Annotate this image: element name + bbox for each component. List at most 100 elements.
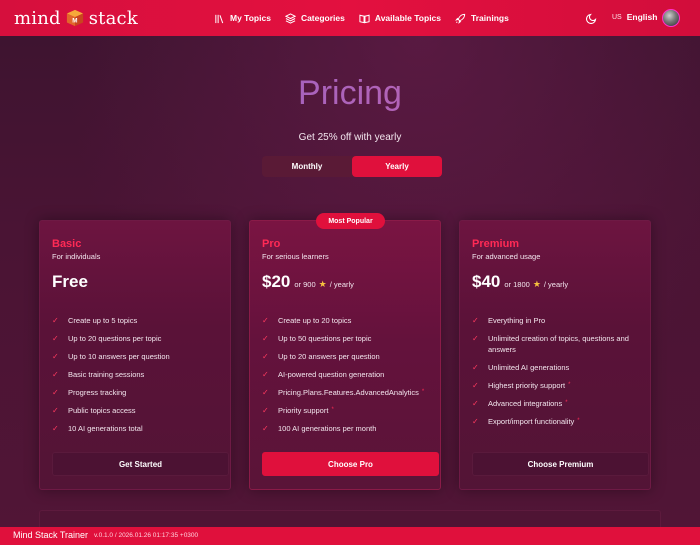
check-icon: ✓ <box>52 352 59 361</box>
check-icon: ✓ <box>52 424 59 433</box>
feature-item: ✓ Everything in Pro <box>472 315 644 326</box>
feature-item: ✓ Priority support * <box>262 405 434 416</box>
plan-name: Basic <box>52 238 82 250</box>
feature-list: ✓ Create up to 20 topics ✓ Up to 50 questi… <box>262 315 434 441</box>
feature-text: Up to 20 questions per topic <box>68 334 162 343</box>
asterisk-icon: * <box>568 382 571 388</box>
check-icon: ✓ <box>262 424 269 433</box>
check-icon: ✓ <box>52 316 59 325</box>
price-row: $20 or 900 ★ / yearly <box>262 272 354 292</box>
nav-my-topics[interactable]: My Topics <box>214 13 271 24</box>
feature-text: Create up to 5 topics <box>68 316 138 325</box>
language-selector[interactable]: US English <box>612 12 657 22</box>
monthly-toggle-button[interactable]: Monthly <box>262 156 352 177</box>
feature-item: ✓ Unlimited AI generations <box>472 362 644 373</box>
feature-item: ✓ Advanced integrations * <box>472 398 644 409</box>
feature-item: ✓ Up to 20 answers per question <box>262 351 434 362</box>
feature-item: ✓ Pricing.Plans.Features.AdvancedAnalytic… <box>262 387 434 398</box>
footer-app-name: Mind Stack Trainer <box>13 530 89 540</box>
price-extra: or 1800 ★ / yearly <box>504 279 568 290</box>
footer: Mind Stack Trainer v.0.1.0 / 2026.01.26 … <box>0 527 700 545</box>
plan-name: Pro <box>262 238 281 250</box>
user-avatar[interactable] <box>662 9 680 27</box>
library-icon <box>215 14 224 23</box>
brand-logo[interactable]: mind M stack <box>14 6 138 30</box>
feature-text: Priority support <box>278 406 329 415</box>
feature-item: ✓ AI-powered question generation <box>262 369 434 380</box>
get-started-button[interactable]: Get Started <box>52 452 229 476</box>
nav-available-topics[interactable]: Available Topics <box>359 13 441 24</box>
plan-price: Free <box>52 272 88 291</box>
feature-text: Basic training sessions <box>68 370 145 379</box>
feature-item: ✓ Create up to 20 topics <box>262 315 434 326</box>
plan-description: For serious learners <box>262 252 329 261</box>
feature-list: ✓ Everything in Pro ✓ Unlimited creation o… <box>472 315 644 434</box>
plan-name: Premium <box>472 238 520 250</box>
nav-trainings[interactable]: Trainings <box>455 13 509 24</box>
feature-item: ✓ Highest priority support * <box>472 380 644 391</box>
price-extra: or 900 ★ / yearly <box>294 279 354 290</box>
plan-price: $20 <box>262 272 291 291</box>
check-icon: ✓ <box>262 370 269 379</box>
check-icon: ✓ <box>262 316 269 325</box>
layers-icon <box>284 12 296 24</box>
nav-categories-label: Categories <box>300 13 345 23</box>
check-icon: ✓ <box>52 406 59 415</box>
next-section-card <box>39 510 661 527</box>
feature-text: Export/import functionality <box>488 417 575 426</box>
feature-text: 100 AI generations per month <box>278 424 377 433</box>
language-label: English <box>626 12 658 22</box>
feature-text: Public topics access <box>68 406 136 415</box>
nav-available-topics-label: Available Topics <box>374 13 442 23</box>
price-row: $40 or 1800 ★ / yearly <box>472 272 568 292</box>
feature-text: Up to 10 answers per question <box>68 352 170 361</box>
feature-text: Up to 20 answers per question <box>278 352 380 361</box>
asterisk-icon: * <box>421 389 425 395</box>
plan-description: For individuals <box>52 252 101 261</box>
footer-version: v.0.1.0 / 2026.01.26 01:17:35 +0300 <box>94 532 199 539</box>
check-icon: ✓ <box>472 381 479 390</box>
plan-card-pro: Pro For serious learners $20 or 900 ★ / … <box>249 220 441 490</box>
choose-premium-button[interactable]: Choose Premium <box>472 452 649 476</box>
svg-text:M: M <box>72 18 77 25</box>
feature-list: ✓ Create up to 5 topics ✓ Up to 20 questio… <box>52 315 224 441</box>
feature-text: Unlimited creation of topics, questions … <box>488 334 629 354</box>
feature-item: ✓ Basic training sessions <box>52 369 224 380</box>
asterisk-icon: * <box>331 407 334 413</box>
star-icon: ★ <box>318 279 327 289</box>
check-icon: ✓ <box>262 388 269 397</box>
check-icon: ✓ <box>472 399 479 408</box>
check-icon: ✓ <box>52 388 59 397</box>
check-icon: ✓ <box>472 316 479 325</box>
asterisk-icon: * <box>565 400 568 406</box>
book-open-icon <box>359 14 370 23</box>
feature-text: AI-powered question generation <box>278 370 385 379</box>
feature-item: ✓ Unlimited creation of topics, questions… <box>472 333 644 355</box>
moon-icon[interactable] <box>586 12 598 24</box>
nav-trainings-label: Trainings <box>471 13 509 23</box>
choose-pro-button[interactable]: Choose Pro <box>262 452 439 476</box>
feature-text: Unlimited AI generations <box>488 363 570 372</box>
billing-toggle: Monthly Yearly <box>262 156 442 177</box>
price-period: / yearly <box>543 280 569 289</box>
feature-item: ✓ Public topics access <box>52 405 224 416</box>
feature-item: ✓ 10 AI generations total <box>52 423 224 434</box>
feature-text: Create up to 20 topics <box>278 316 352 325</box>
yearly-toggle-button[interactable]: Yearly <box>352 156 442 177</box>
page-title: Pricing <box>0 74 700 113</box>
feature-item: ✓ Create up to 5 topics <box>52 315 224 326</box>
nav-categories[interactable]: Categories <box>284 12 345 24</box>
feature-item: ✓ Up to 50 questions per topic <box>262 333 434 344</box>
feature-text: Pricing.Plans.Features.AdvancedAnalytics <box>278 388 419 397</box>
nav-my-topics-label: My Topics <box>230 13 271 23</box>
check-icon: ✓ <box>262 334 269 343</box>
feature-item: ✓ Up to 10 answers per question <box>52 351 224 362</box>
rocket-icon <box>455 13 466 24</box>
plan-card-premium: Premium For advanced usage $40 or 1800 ★… <box>459 220 651 490</box>
plan-price: $40 <box>472 272 501 291</box>
check-icon: ✓ <box>472 334 479 343</box>
feature-text: 10 AI generations total <box>68 424 143 433</box>
check-icon: ✓ <box>472 417 479 426</box>
page-subtitle: Get 25% off with yearly <box>298 132 402 143</box>
feature-item: ✓ Export/import functionality * <box>472 416 644 427</box>
